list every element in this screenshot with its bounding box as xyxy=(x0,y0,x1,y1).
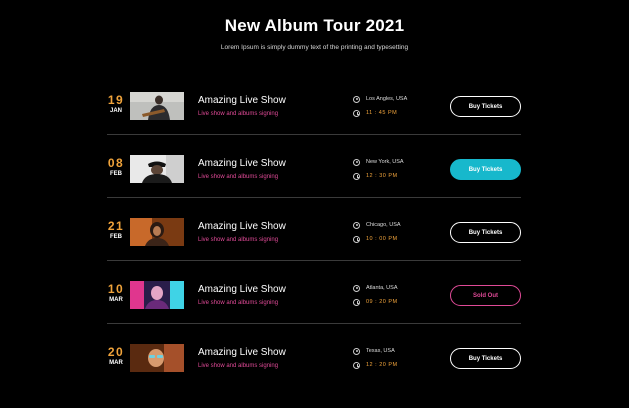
event-info: Amazing Live Show Live show and albums s… xyxy=(198,221,286,243)
page-subtitle: Lorem Ipsum is simply dummy text of the … xyxy=(220,44,409,51)
location-pin-icon xyxy=(353,95,360,103)
event-month: MAR xyxy=(109,297,123,303)
event-info: Amazing Live Show Live show and albums s… xyxy=(198,347,286,369)
event-time: 12 : 30 PM xyxy=(366,173,398,179)
buy-tickets-button[interactable]: Buy Tickets xyxy=(450,96,521,117)
event-subtitle: Live show and albums signing xyxy=(198,363,279,369)
event-date: 20 MAR xyxy=(107,346,125,366)
event-meta: Atlanta, USA 09 : 20 PM xyxy=(353,284,398,306)
event-date: 10 MAR xyxy=(107,283,125,303)
event-info: Amazing Live Show Live show and albums s… xyxy=(198,95,286,117)
event-subtitle: Live show and albums signing xyxy=(198,237,279,243)
event-title: Amazing Live Show xyxy=(198,284,286,295)
event-time: 10 : 00 PM xyxy=(366,236,398,242)
event-thumbnail xyxy=(130,344,184,372)
event-location: Los Angles, USA xyxy=(366,96,408,102)
event-thumbnail xyxy=(130,92,184,120)
location-pin-icon xyxy=(353,347,360,355)
event-time: 09 : 20 PM xyxy=(366,299,398,305)
event-date: 08 FEB xyxy=(107,157,125,177)
event-day: 08 xyxy=(107,156,125,170)
event-location: Texas, USA xyxy=(366,348,395,354)
event-subtitle: Live show and albums signing xyxy=(198,174,279,180)
event-info: Amazing Live Show Live show and albums s… xyxy=(198,284,286,306)
page-header: New Album Tour 2021 Lorem Ipsum is simpl… xyxy=(0,16,629,51)
page-title: New Album Tour 2021 xyxy=(224,16,405,35)
event-list: 19 JAN Amazing Live Show Live show and a… xyxy=(107,72,521,387)
event-thumbnail xyxy=(130,155,184,183)
event-title: Amazing Live Show xyxy=(198,158,286,169)
event-month: FEB xyxy=(110,234,122,240)
event-row: 08 FEB Amazing Live Show Live show and a… xyxy=(107,135,521,198)
event-row: 20 MAR Amazing Live Show Live show and a… xyxy=(107,324,521,387)
location-pin-icon xyxy=(353,284,360,292)
event-month: FEB xyxy=(110,171,122,177)
event-subtitle: Live show and albums signing xyxy=(198,300,279,306)
event-thumbnail xyxy=(130,281,184,309)
event-meta: Chicago, USA 10 : 00 PM xyxy=(353,221,401,243)
event-day: 20 xyxy=(107,345,125,359)
clock-icon xyxy=(353,172,360,180)
event-month: MAR xyxy=(109,360,123,366)
sold-out-button[interactable]: Sold Out xyxy=(450,285,521,306)
event-day: 19 xyxy=(107,93,125,107)
event-meta: Texas, USA 12 : 20 PM xyxy=(353,347,398,369)
event-thumbnail xyxy=(130,218,184,246)
event-info: Amazing Live Show Live show and albums s… xyxy=(198,158,286,180)
location-pin-icon xyxy=(353,158,360,166)
event-meta: New York, USA 12 : 30 PM xyxy=(353,158,404,180)
event-location: Atlanta, USA xyxy=(366,285,398,291)
clock-icon xyxy=(353,235,360,243)
event-meta: Los Angles, USA 11 : 45 PM xyxy=(353,95,407,117)
event-month: JAN xyxy=(109,108,122,114)
event-time: 12 : 20 PM xyxy=(366,362,398,368)
buy-tickets-button[interactable]: Buy Tickets xyxy=(450,159,521,180)
event-day: 10 xyxy=(107,282,125,296)
buy-tickets-button[interactable]: Buy Tickets xyxy=(450,222,521,243)
event-row: 21 FEB Amazing Live Show Live show and a… xyxy=(107,198,521,261)
event-title: Amazing Live Show xyxy=(198,347,286,358)
event-date: 21 FEB xyxy=(107,220,125,240)
event-time: 11 : 45 PM xyxy=(366,110,398,116)
event-date: 19 JAN xyxy=(107,94,125,114)
event-row: 10 MAR Amazing Live Show Live show and a… xyxy=(107,261,521,324)
event-title: Amazing Live Show xyxy=(198,221,286,232)
clock-icon xyxy=(353,109,360,117)
event-title: Amazing Live Show xyxy=(198,95,286,106)
event-row: 19 JAN Amazing Live Show Live show and a… xyxy=(107,72,521,135)
event-day: 21 xyxy=(107,219,125,233)
clock-icon xyxy=(353,298,360,306)
clock-icon xyxy=(353,361,360,369)
event-location: Chicago, USA xyxy=(366,222,401,228)
buy-tickets-button[interactable]: Buy Tickets xyxy=(450,348,521,369)
event-subtitle: Live show and albums signing xyxy=(198,111,279,117)
event-location: New York, USA xyxy=(366,159,404,165)
location-pin-icon xyxy=(353,221,360,229)
